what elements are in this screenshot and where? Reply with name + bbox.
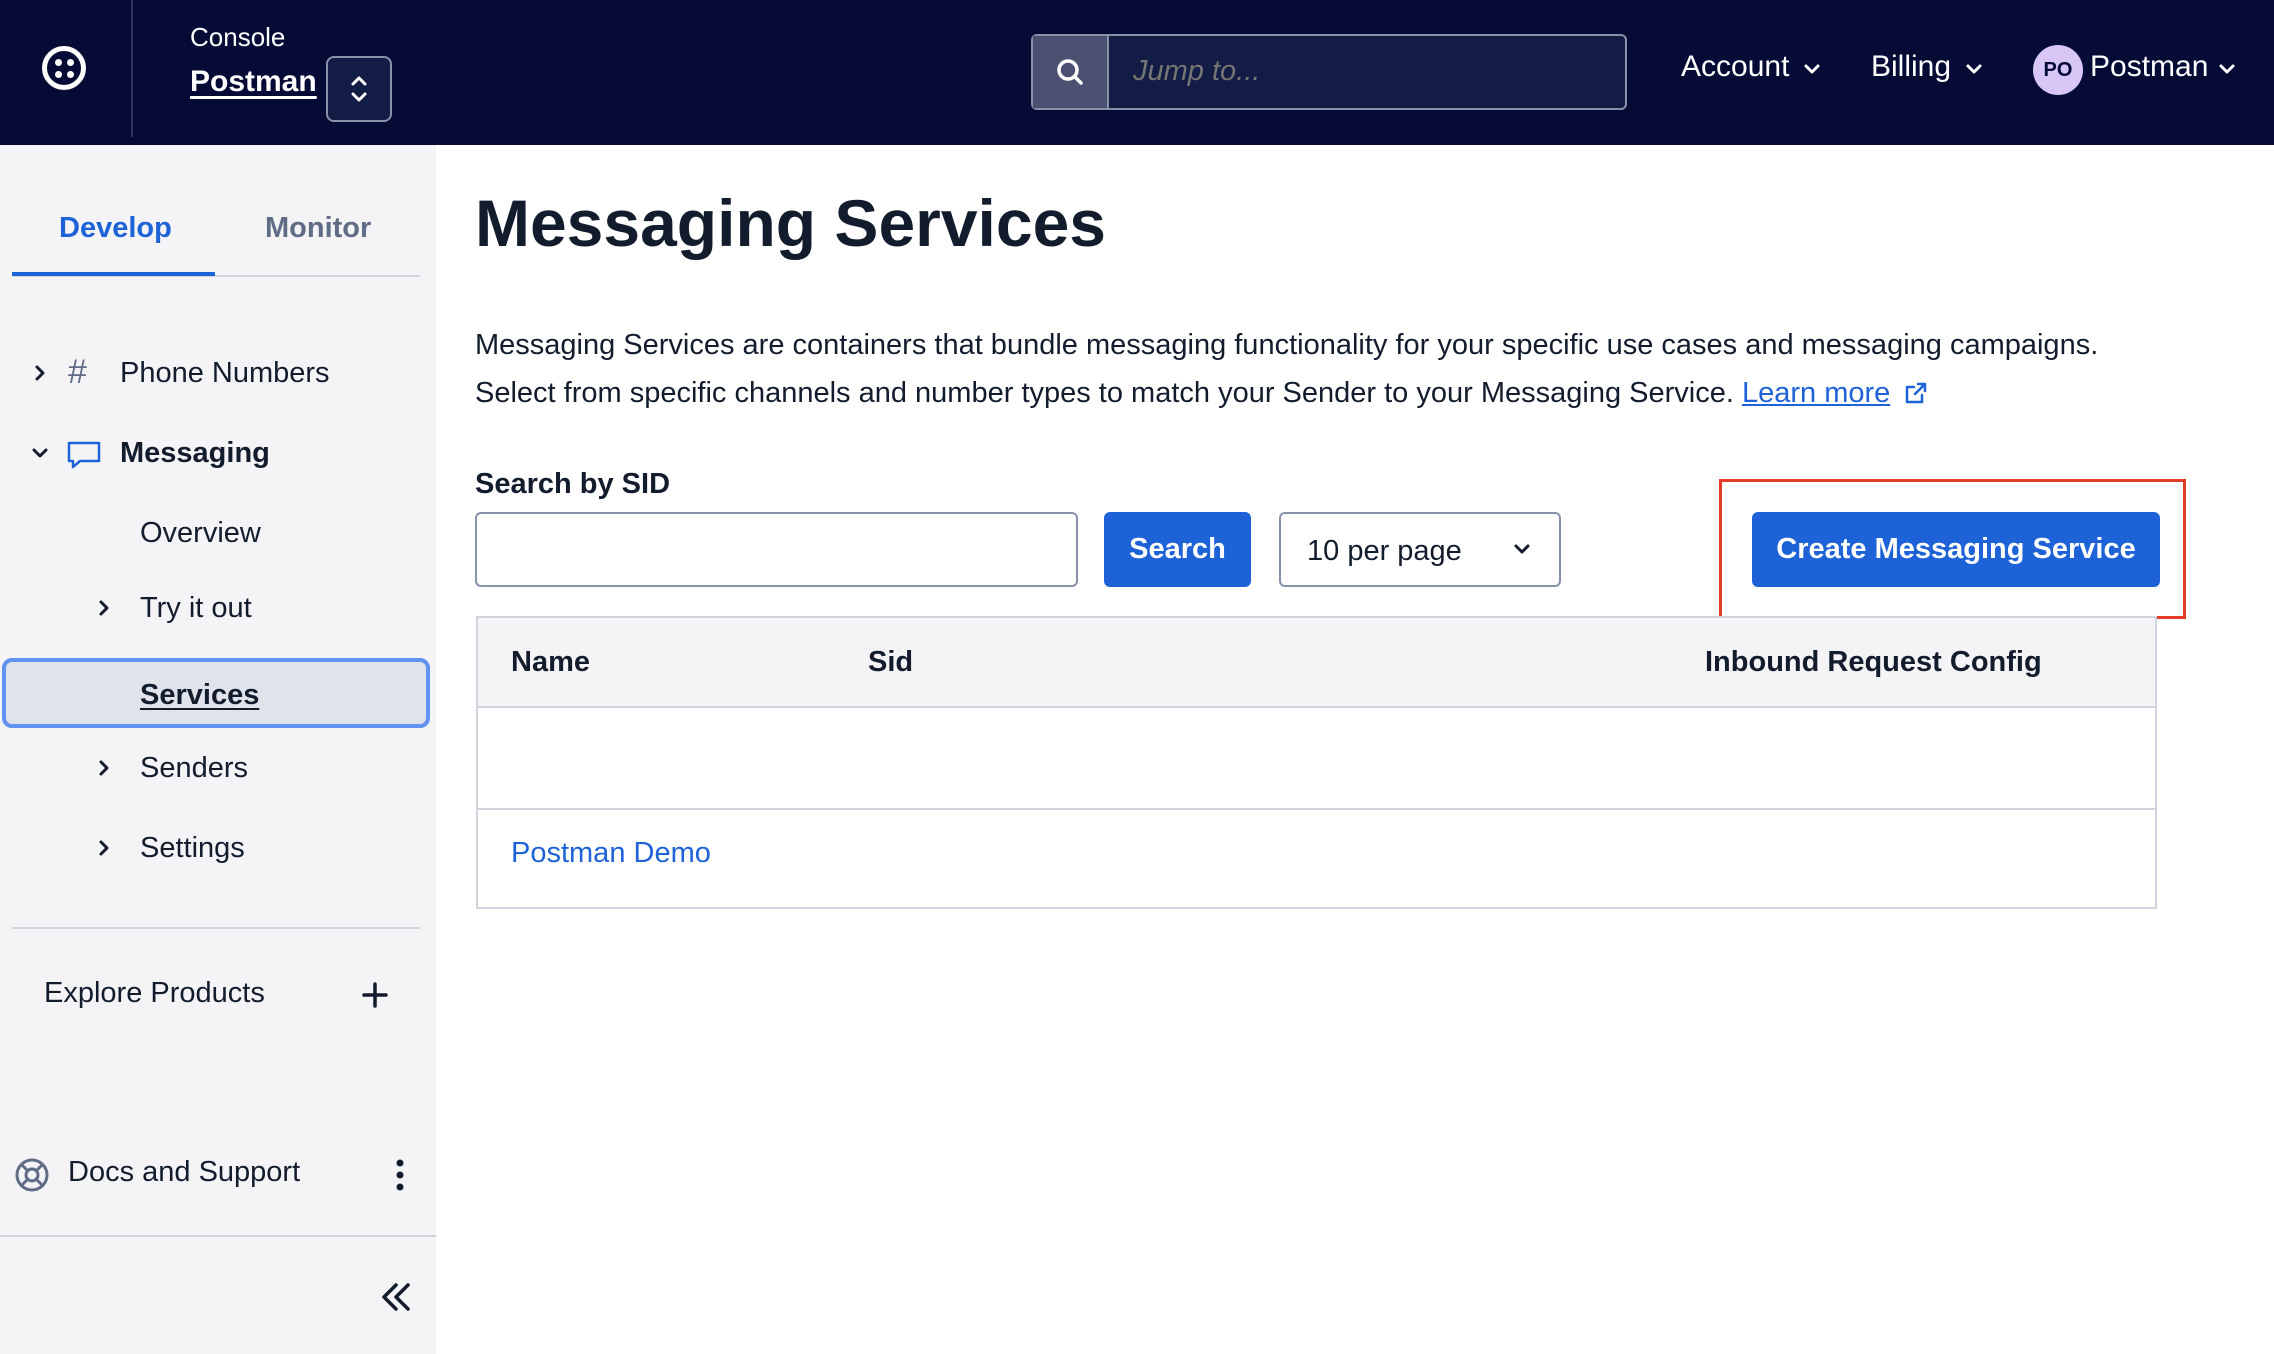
billing-menu[interactable]: Billing	[1871, 50, 1983, 84]
chevron-down-icon	[1966, 64, 1982, 74]
description-line-1: Messaging Services are containers that b…	[475, 329, 2099, 361]
account-name-link[interactable]: Postman	[190, 65, 317, 99]
chat-bubble-icon	[67, 441, 101, 469]
docs-and-support-label: Docs and Support	[68, 1156, 301, 1188]
divider	[0, 1235, 436, 1237]
collapse-sidebar-icon[interactable]	[376, 1279, 416, 1315]
search-icon[interactable]	[1033, 36, 1109, 108]
explore-products-label: Explore Products	[44, 977, 265, 1009]
table-row	[478, 810, 2155, 907]
console-label: Console	[190, 22, 286, 52]
active-tab-indicator	[12, 272, 215, 276]
search-button[interactable]: Search	[1104, 512, 1251, 587]
divider	[12, 927, 420, 929]
per-page-value: 10 per page	[1307, 535, 1462, 567]
services-table: Name Sid Inbound Request Config Postman …	[476, 616, 2157, 909]
chevron-right-icon	[99, 760, 109, 776]
jump-to-input[interactable]	[1131, 54, 1595, 89]
external-link-icon[interactable]	[1904, 381, 1928, 405]
chevron-down-icon	[1804, 64, 1820, 74]
account-menu-label: Account	[1681, 50, 1790, 83]
lifebuoy-icon	[15, 1158, 49, 1192]
more-vertical-icon[interactable]	[384, 1155, 416, 1195]
user-avatar[interactable]: PO	[2033, 45, 2083, 95]
table-row-empty	[478, 708, 2155, 808]
chevron-right-icon	[35, 365, 45, 381]
user-menu-label: Postman	[2090, 50, 2209, 83]
search-by-sid-label: Search by SID	[475, 468, 671, 500]
learn-more-link[interactable]: Learn more	[1742, 377, 1890, 409]
sidebar-item-services[interactable]: Services	[2, 658, 430, 728]
sidebar-item-label: Services	[140, 679, 260, 711]
twilio-logo-icon[interactable]	[42, 46, 86, 90]
top-nav-bar: Console Postman Account Billing PO Postm…	[0, 0, 2274, 145]
divider	[131, 0, 133, 137]
sidebar-item-label: Senders	[140, 752, 249, 784]
user-menu[interactable]: Postman	[2090, 50, 2236, 84]
sidebar-item-label: Settings	[140, 832, 245, 864]
jump-to-search[interactable]	[1031, 34, 1627, 110]
description-line-2: Select from specific channels and number…	[475, 377, 1928, 410]
create-messaging-service-button[interactable]: Create Messaging Service	[1752, 512, 2160, 587]
tab-monitor[interactable]: Monitor	[265, 212, 371, 245]
tab-develop[interactable]: Develop	[59, 212, 172, 245]
sidebar-item-label: Try it out	[140, 592, 252, 624]
sidebar-item-label: Messaging	[120, 437, 270, 469]
chevron-down-icon	[32, 448, 48, 458]
chevron-down-icon	[2219, 64, 2235, 74]
sidebar-item-label: Phone Numbers	[120, 357, 330, 389]
column-header-sid[interactable]: Sid	[868, 646, 913, 679]
sid-search-input[interactable]	[475, 512, 1078, 587]
service-name-link[interactable]: Postman Demo	[511, 837, 711, 870]
page-title: Messaging Services	[475, 186, 1106, 260]
chevron-up-down-icon	[351, 76, 367, 102]
table-header: Name Sid Inbound Request Config	[478, 618, 2155, 708]
chevron-right-icon	[99, 600, 109, 616]
account-switcher-button[interactable]	[326, 56, 392, 122]
billing-menu-label: Billing	[1871, 50, 1952, 83]
chevron-right-icon	[99, 840, 109, 856]
chevron-down-icon	[1514, 544, 1530, 554]
column-header-name[interactable]: Name	[511, 646, 590, 679]
sidebar: Develop Monitor # Phone Numbers Messagin…	[0, 145, 436, 1354]
per-page-select[interactable]: 10 per page	[1279, 512, 1561, 587]
description-text: Select from specific channels and number…	[475, 377, 1734, 409]
column-header-inbound-request-config[interactable]: Inbound Request Config	[1705, 646, 2042, 679]
sidebar-item-overview[interactable]: Overview	[140, 517, 261, 550]
hash-icon: #	[68, 353, 87, 391]
plus-icon	[362, 982, 388, 1008]
account-menu[interactable]: Account	[1681, 50, 1821, 84]
